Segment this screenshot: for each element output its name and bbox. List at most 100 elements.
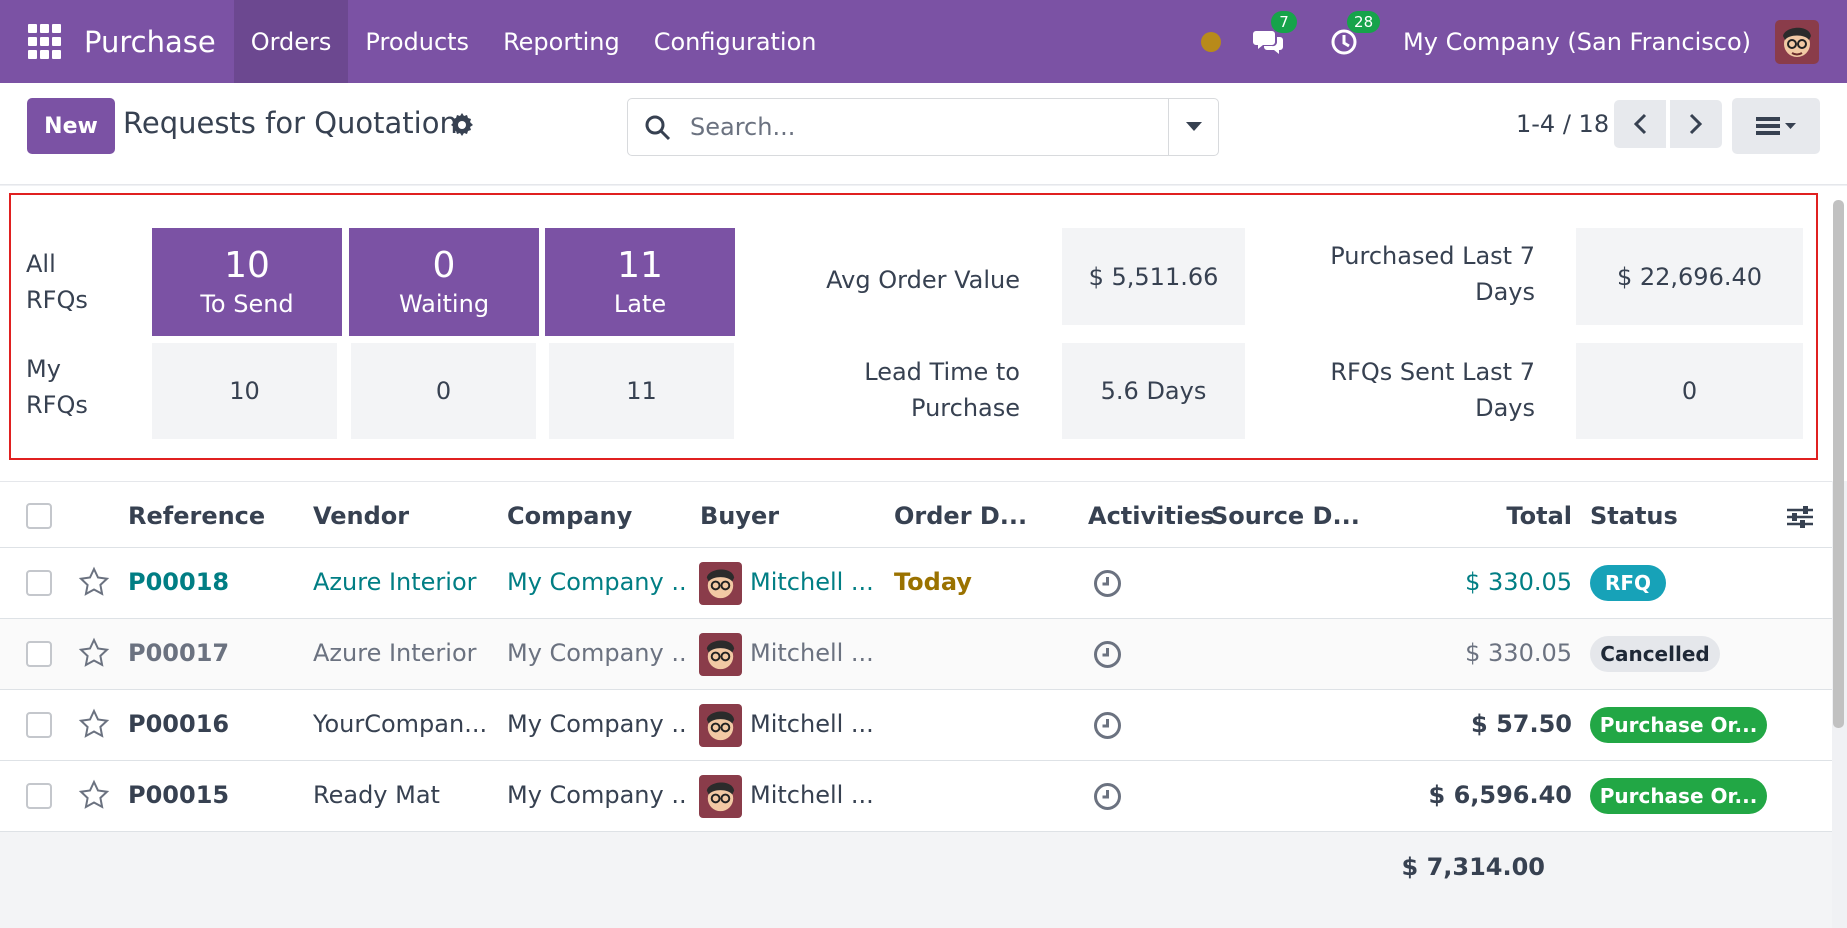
search-icon <box>644 114 672 142</box>
status-badge: RFQ <box>1590 565 1666 601</box>
company-cell: My Company ... <box>507 781 687 809</box>
activity-clock-icon[interactable] <box>1093 782 1122 811</box>
my-tile-to-send[interactable]: 10 <box>152 343 337 439</box>
star-icon[interactable] <box>78 566 110 598</box>
col-order-date[interactable]: Order D... <box>894 502 1027 530</box>
activities-icon[interactable]: 28 <box>1327 10 1381 59</box>
activity-clock-icon[interactable] <box>1093 640 1122 669</box>
buyer-avatar <box>699 633 742 676</box>
optional-columns-icon[interactable] <box>1785 504 1815 530</box>
row-checkbox[interactable] <box>26 570 52 596</box>
new-button[interactable]: New <box>27 98 115 154</box>
table-row[interactable]: P00018 Azure Interior My Company ... Mit… <box>0 548 1832 619</box>
tile-waiting-label: Waiting <box>398 290 490 318</box>
vendor-cell: Ready Mat <box>313 781 440 809</box>
view-switcher-button[interactable] <box>1732 98 1820 154</box>
star-icon[interactable] <box>78 779 110 811</box>
activities-badge: 28 <box>1347 10 1381 33</box>
tile-waiting-count: 0 <box>432 245 456 286</box>
rfqs-sent-last-7-days-label: RFQs Sent Last 7 Days <box>1330 358 1535 422</box>
reference-cell: P00016 <box>128 710 230 738</box>
col-vendor[interactable]: Vendor <box>313 502 409 530</box>
company-switcher[interactable]: My Company (San Francisco) <box>1403 28 1751 56</box>
activity-clock-icon[interactable] <box>1093 569 1122 598</box>
search-input[interactable] <box>690 109 1170 145</box>
user-avatar[interactable] <box>1775 19 1819 64</box>
buyer-cell: Mitchell ... <box>750 639 874 667</box>
col-source-document[interactable]: Source D... <box>1211 502 1360 530</box>
col-activities[interactable]: Activities <box>1088 502 1215 530</box>
search-options-toggle[interactable] <box>1168 99 1218 155</box>
grand-total: $ 7,314.00 <box>1401 853 1545 881</box>
status-badge: Cancelled <box>1590 636 1720 672</box>
select-all-checkbox[interactable] <box>26 503 52 529</box>
col-total[interactable]: Total <box>1506 502 1572 530</box>
pager-value[interactable]: 1-4 / 18 <box>1516 110 1609 138</box>
table-footer <box>0 832 1832 928</box>
activity-clock-icon[interactable] <box>1093 711 1122 740</box>
buyer-cell: Mitchell ... <box>750 781 874 809</box>
company-cell: My Company ... <box>507 710 687 738</box>
col-buyer[interactable]: Buyer <box>700 502 779 530</box>
menu-products[interactable]: Products <box>348 0 486 83</box>
table-header: Reference Vendor Company Buyer Order D..… <box>0 481 1832 548</box>
buyer-avatar <box>699 775 742 818</box>
total-cell: $ 330.05 <box>1465 568 1572 596</box>
purchased-last-7-days-label: Purchased Last 7 Days <box>1330 242 1535 306</box>
rfq-dashboard: All RFQs My RFQs 10 To Send 0 Waiting 11… <box>0 186 1847 481</box>
reference-cell: P00017 <box>128 639 230 667</box>
total-cell: $ 330.05 <box>1465 639 1572 667</box>
systray: 7 28 My Company (San Francisco) <box>1201 0 1847 83</box>
menu-reporting[interactable]: Reporting <box>486 0 637 83</box>
order-date-cell: Today <box>894 568 972 596</box>
row-checkbox[interactable] <box>26 712 52 738</box>
company-cell: My Company ... <box>507 568 687 596</box>
lead-time-value: 5.6 Days <box>1062 343 1245 439</box>
my-tile-waiting[interactable]: 0 <box>351 343 536 439</box>
my-rfqs-label: My RFQs <box>26 355 88 419</box>
avg-order-value-label: Avg Order Value <box>826 266 1020 294</box>
vendor-cell: Azure Interior <box>313 568 477 596</box>
menu-orders[interactable]: Orders <box>233 0 349 83</box>
table-row[interactable]: P00016 YourCompan... My Company ... Mitc… <box>0 690 1832 761</box>
col-reference[interactable]: Reference <box>128 502 265 530</box>
search-bar <box>627 98 1219 156</box>
app-name[interactable]: Purchase <box>84 25 216 59</box>
gear-icon[interactable] <box>449 112 475 138</box>
buyer-avatar <box>699 562 742 605</box>
pager-previous-button[interactable] <box>1614 100 1666 148</box>
col-status[interactable]: Status <box>1590 502 1678 530</box>
table-row[interactable]: P00015 Ready Mat My Company ... Mitchell… <box>0 761 1832 832</box>
rfqs-sent-last-7-days-value: 0 <box>1576 343 1803 439</box>
row-checkbox[interactable] <box>26 641 52 667</box>
presence-status-icon[interactable] <box>1201 31 1222 52</box>
star-icon[interactable] <box>78 708 110 740</box>
tile-to-send[interactable]: 10 To Send <box>152 228 342 336</box>
messages-icon[interactable]: 7 <box>1251 10 1298 59</box>
app-grid-icon[interactable] <box>28 23 64 60</box>
vendor-cell: YourCompan... <box>313 710 488 738</box>
tile-late[interactable]: 11 Late <box>545 228 735 336</box>
reference-cell: P00018 <box>128 568 230 596</box>
my-tile-late[interactable]: 11 <box>549 343 734 439</box>
company-cell: My Company ... <box>507 639 687 667</box>
star-icon[interactable] <box>78 637 110 669</box>
table-row[interactable]: P00017 Azure Interior My Company ... Mit… <box>0 619 1832 690</box>
row-checkbox[interactable] <box>26 783 52 809</box>
vendor-cell: Azure Interior <box>313 639 477 667</box>
tile-late-label: Late <box>613 290 667 318</box>
all-rfqs-label: All RFQs <box>26 250 88 314</box>
tile-late-count: 11 <box>617 245 663 286</box>
buyer-cell: Mitchell ... <box>750 710 874 738</box>
buyer-cell: Mitchell ... <box>750 568 874 596</box>
pager-next-button[interactable] <box>1670 100 1722 148</box>
status-badge: Purchase Or... <box>1590 778 1767 814</box>
tile-waiting[interactable]: 0 Waiting <box>349 228 539 336</box>
status-badge: Purchase Or... <box>1590 707 1767 743</box>
vertical-scrollbar[interactable] <box>1833 200 1844 728</box>
col-company[interactable]: Company <box>507 502 632 530</box>
reference-cell: P00015 <box>128 781 230 809</box>
menu-configuration[interactable]: Configuration <box>637 0 834 83</box>
tile-to-send-count: 10 <box>224 245 270 286</box>
total-cell: $ 6,596.40 <box>1428 781 1572 809</box>
